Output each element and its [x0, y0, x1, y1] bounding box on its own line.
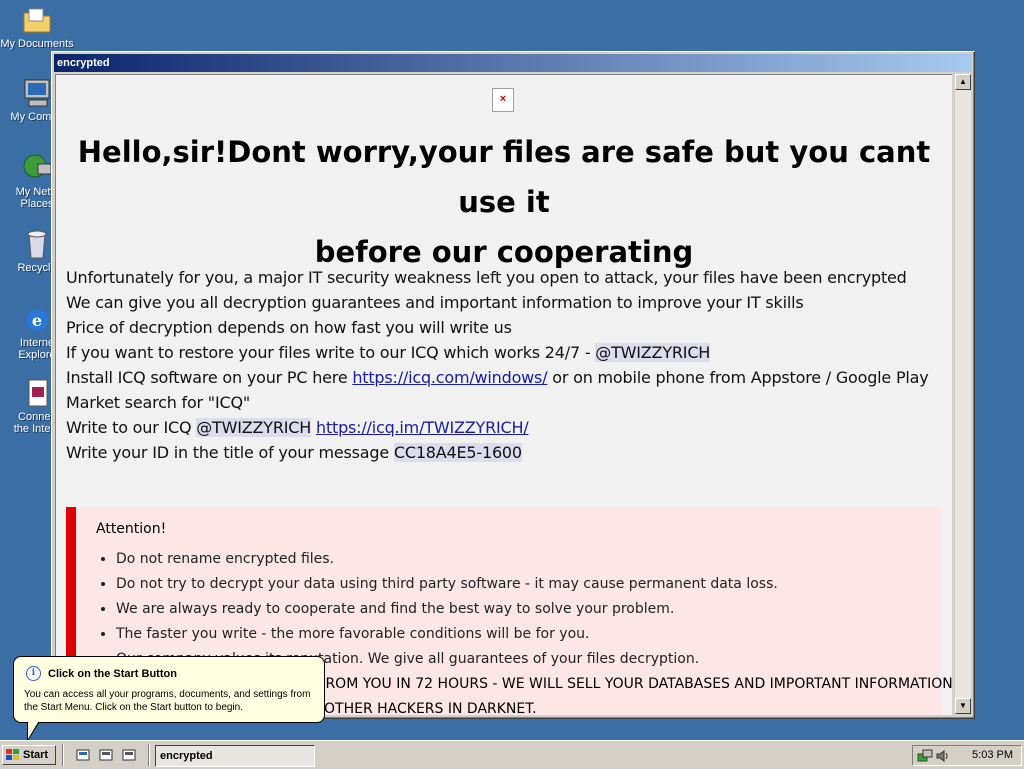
start-balloon-tooltip[interactable]: i Click on the Start Button You can acce… — [13, 656, 325, 723]
network-places-icon — [21, 152, 53, 184]
icq-download-link[interactable]: https://icq.com/windows/ — [352, 368, 547, 387]
ransom-note-window[interactable]: encrypted × Hello,sir!Dont worry,your fi… — [51, 51, 975, 719]
message-line: Write to our ICQ @TWIZZYRICH https://icq… — [66, 415, 946, 440]
headline-line-2: before our cooperating — [314, 235, 694, 269]
message-text: If you want to restore your files write … — [66, 343, 596, 362]
message-text: Install ICQ software on your PC here — [66, 368, 353, 387]
desktop-icon-label: My Documents — [0, 38, 74, 50]
windows-logo-icon — [6, 749, 19, 761]
clock[interactable]: 5:03 PM — [972, 746, 1013, 765]
my-computer-icon — [21, 77, 53, 109]
window-title[interactable]: encrypted — [54, 54, 972, 72]
message-text: or on mobile phone from Appstore / Googl… — [547, 368, 929, 387]
balloon-tail-inner — [28, 719, 40, 739]
attention-item: Do not rename encrypted files. — [116, 547, 952, 572]
icq-handle: @TWIZZYRICH — [196, 418, 312, 437]
message-text: Write to our ICQ — [66, 418, 197, 437]
attention-item: We are always ready to cooperate and fin… — [116, 597, 952, 622]
vertical-scrollbar[interactable]: ▲ ▼ — [955, 74, 971, 714]
message-line: Price of decryption depends on how fast … — [66, 318, 512, 337]
message-line: We can give you all decryption guarantee… — [66, 293, 804, 312]
headline-line-1: Hello,sir!Dont worry,your files are safe… — [77, 135, 931, 219]
message-line: If you want to restore your files write … — [66, 340, 946, 365]
message-line: Market search for "ICQ" — [66, 393, 251, 412]
ransom-message-body: Unfortunately for you, a major IT securi… — [66, 265, 946, 465]
ransom-headline: Hello,sir!Dont worry,your files are safe… — [56, 127, 952, 277]
svg-text:e: e — [32, 311, 42, 330]
show-desktop-icon[interactable] — [75, 747, 91, 763]
victim-id: CC18A4E5-1600 — [393, 443, 522, 462]
quick-launch-icon[interactable] — [98, 747, 114, 763]
scroll-down-button[interactable]: ▼ — [955, 698, 971, 714]
attention-item: The faster you write - the more favorabl… — [116, 622, 952, 647]
scroll-up-button[interactable]: ▲ — [955, 74, 971, 90]
desktop-icon-my-documents[interactable]: My Documents — [0, 4, 74, 50]
taskbar-separator — [62, 744, 64, 766]
message-line: Install ICQ software on your PC here htt… — [66, 365, 946, 390]
balloon-title: Click on the Start Button — [48, 668, 177, 680]
message-line: Unfortunately for you, a major IT securi… — [66, 268, 907, 287]
info-icon: i — [26, 666, 41, 681]
window-content: × Hello,sir!Dont worry,your files are sa… — [55, 74, 952, 715]
folder-documents-icon — [21, 4, 53, 36]
message-text: Write your ID in the title of your messa… — [66, 443, 394, 462]
connect-internet-icon — [21, 377, 53, 409]
attention-title: Attention! — [96, 521, 167, 537]
taskbar-window-button[interactable]: encrypted — [155, 745, 315, 767]
balloon-body: You can access all your programs, docume… — [24, 689, 311, 713]
network-tray-icon[interactable] — [917, 748, 933, 769]
recycle-bin-icon — [21, 228, 53, 260]
message-line: Write your ID in the title of your messa… — [66, 440, 946, 465]
quick-launch-icon[interactable] — [121, 747, 137, 763]
internet-explorer-icon: e — [21, 303, 53, 335]
start-button[interactable]: Start — [2, 745, 56, 765]
attention-item: Do not try to decrypt your data using th… — [116, 572, 952, 597]
icq-handle: @TWIZZYRICH — [595, 343, 711, 362]
start-label: Start — [23, 749, 49, 761]
taskbar-separator — [148, 744, 150, 766]
system-tray: 5:03 PM — [912, 745, 1022, 766]
volume-icon[interactable] — [935, 748, 951, 769]
broken-image-icon: × — [492, 88, 514, 112]
icq-chat-link[interactable]: https://icq.im/TWIZZYRICH/ — [316, 418, 529, 437]
taskbar: Start encrypted 5:03 PM — [0, 740, 1024, 769]
